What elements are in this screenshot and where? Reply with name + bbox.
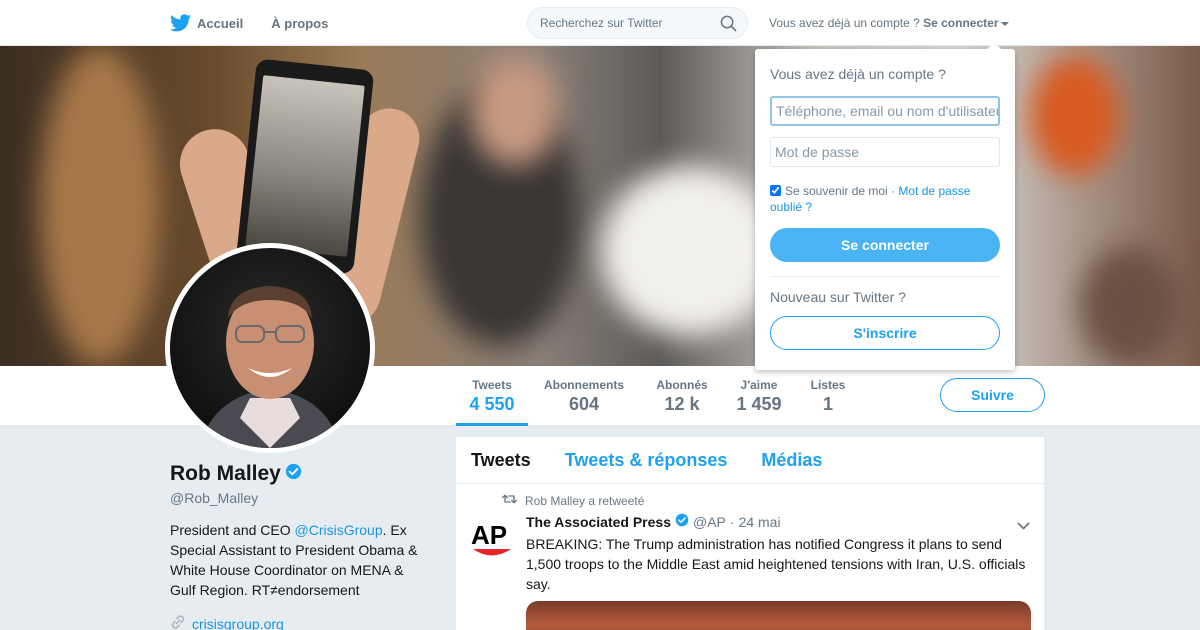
remember-separator: ·	[891, 184, 896, 198]
profile-bio: President and CEO @CrisisGroup. Ex Speci…	[170, 520, 430, 600]
tweet-text: BREAKING: The Trump administration has n…	[526, 536, 1026, 592]
tweet-media-image[interactable]	[526, 601, 1031, 630]
avatar[interactable]	[165, 243, 375, 453]
stat-label: Abonnements	[543, 378, 624, 392]
banner-shape	[600, 166, 780, 336]
tab-tweets[interactable]: Tweets	[471, 450, 531, 471]
banner-shape	[1030, 56, 1120, 176]
stat-value: 4 550	[469, 394, 515, 414]
username-field[interactable]	[770, 96, 1000, 126]
profile-name[interactable]: Rob Malley	[170, 462, 281, 486]
stat-value: 604	[568, 394, 600, 414]
avatar-portrait	[200, 286, 340, 448]
avatar-photo	[170, 248, 370, 448]
follow-button[interactable]: Suivre	[940, 378, 1045, 412]
top-navigation-bar: Accueil À propos Vous avez déjà un compt…	[0, 0, 1200, 46]
banner-shape	[470, 56, 560, 166]
login-submit-button[interactable]: Se connecter	[770, 228, 1000, 262]
account-login-link: Vous avez déjà un compte ? Se connecter	[769, 16, 1009, 30]
tweet-header: The Associated Press @AP · 24 mai	[526, 513, 781, 530]
stat-following[interactable]: Abonnements 604	[538, 366, 630, 426]
retweet-context: Rob Malley a retweeté	[502, 493, 644, 508]
dropdown-divider	[770, 276, 1000, 277]
search-box	[527, 7, 748, 39]
twitter-bird-icon	[170, 14, 191, 32]
ap-logo-text: AP	[471, 520, 507, 550]
tweet-date[interactable]: 24 mai	[739, 514, 781, 530]
nav-about-label: À propos	[271, 15, 329, 31]
verified-badge-icon	[675, 513, 689, 530]
timeline-tabs: Tweets Tweets & réponses Médias	[456, 437, 1044, 484]
signup-button[interactable]: S'inscrire	[770, 316, 1000, 350]
stat-tweets[interactable]: Tweets 4 550	[456, 366, 528, 426]
login-dropdown-title: Vous avez déjà un compte ?	[770, 66, 946, 82]
profile-website: crisisgroup.org	[170, 614, 430, 630]
nav-home-label: Accueil	[197, 15, 244, 31]
login-dropdown: Vous avez déjà un compte ? Se souvenir d…	[755, 42, 1015, 370]
password-field[interactable]	[770, 137, 1000, 167]
tweet-separator: ·	[729, 513, 735, 530]
timeline: Tweets Tweets & réponses Médias Rob Mall…	[456, 437, 1044, 630]
banner-shape	[40, 46, 160, 366]
account-prompt: Vous avez déjà un compte ?	[769, 16, 920, 30]
stat-value: 1	[822, 394, 833, 414]
website-link[interactable]: crisisgroup.org	[192, 616, 284, 630]
search-icon[interactable]	[720, 15, 737, 37]
nav-about[interactable]: À propos	[271, 16, 328, 31]
stat-lists[interactable]: Listes 1	[804, 366, 852, 426]
tab-media[interactable]: Médias	[761, 450, 822, 471]
profile-card: Rob Malley @Rob_Malley President and CEO…	[170, 462, 430, 630]
new-user-prompt: Nouveau sur Twitter ?	[770, 289, 906, 305]
verified-badge-icon	[285, 462, 302, 486]
banner-shape	[1080, 246, 1180, 366]
stat-label: Tweets	[472, 378, 512, 392]
remember-checkbox[interactable]	[770, 185, 781, 196]
tab-tweets-replies[interactable]: Tweets & réponses	[565, 450, 728, 471]
bio-text: President and CEO	[170, 522, 295, 538]
remember-label[interactable]: Se souvenir de moi	[785, 184, 888, 198]
stat-label: Listes	[810, 378, 846, 392]
nav-left: Accueil À propos	[170, 0, 328, 46]
login-toggle[interactable]: Se connecter	[923, 16, 998, 30]
chevron-down-icon[interactable]	[1000, 21, 1009, 26]
tweet-author-name[interactable]: The Associated Press	[526, 514, 671, 530]
link-icon	[170, 614, 186, 630]
profile-name-row: Rob Malley	[170, 462, 430, 486]
tweet-author-handle[interactable]: @AP	[693, 514, 726, 530]
retweet-icon	[502, 493, 517, 508]
profile-handle[interactable]: @Rob_Malley	[170, 490, 430, 506]
bio-mention-link[interactable]: @CrisisGroup	[295, 522, 383, 538]
stat-value: 1 459	[736, 394, 782, 414]
retweet-label[interactable]: Rob Malley a retweeté	[525, 494, 644, 508]
search-input[interactable]	[528, 8, 708, 38]
stat-followers[interactable]: Abonnés 12 k	[650, 366, 714, 426]
remember-row: Se souvenir de moi · Mot de passe oublié…	[770, 183, 1000, 215]
stat-label: J'aime	[740, 378, 778, 392]
banner-phone-screen	[245, 75, 365, 257]
banner-phone	[235, 58, 375, 275]
stat-label: Abonnés	[656, 378, 708, 392]
stat-value: 12 k	[664, 394, 700, 414]
nav-home[interactable]: Accueil	[170, 14, 243, 32]
stat-likes[interactable]: J'aime 1 459	[732, 366, 786, 426]
tweet-author-avatar[interactable]: AP	[471, 520, 513, 562]
